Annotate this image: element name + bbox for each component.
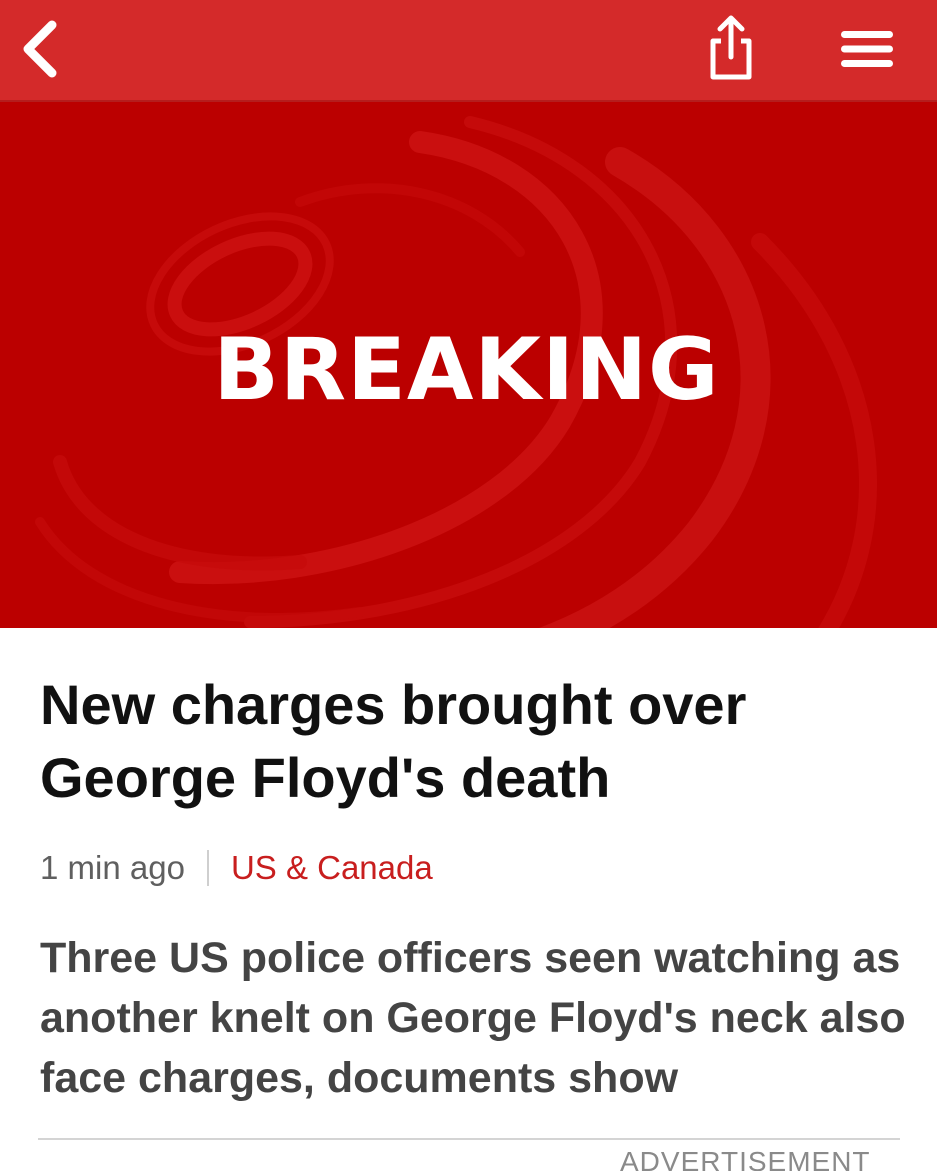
article-summary: Three US police officers seen watching a… xyxy=(40,934,906,1102)
advertisement-label: ADVERTISEMENT xyxy=(620,1146,871,1171)
hamburger-menu-icon xyxy=(841,31,893,67)
content-divider xyxy=(38,1138,900,1140)
back-button[interactable] xyxy=(10,12,70,86)
chevron-left-icon xyxy=(23,20,57,78)
share-icon xyxy=(710,15,752,80)
breaking-label: BREAKING xyxy=(213,320,720,420)
article-headline: New charges brought over George Floyd's … xyxy=(40,673,747,809)
article-timestamp: 1 min ago xyxy=(40,849,185,886)
section-link[interactable]: US & Canada xyxy=(231,849,433,887)
share-button[interactable] xyxy=(698,10,764,86)
menu-button[interactable] xyxy=(832,18,902,80)
top-navigation-bar xyxy=(0,0,937,102)
article-meta: 1 min ago US & Canada xyxy=(40,846,433,890)
article-screen: BREAKING New charges brought over George… xyxy=(0,0,937,1171)
breaking-news-banner: BREAKING xyxy=(0,102,937,628)
meta-separator xyxy=(206,850,209,886)
